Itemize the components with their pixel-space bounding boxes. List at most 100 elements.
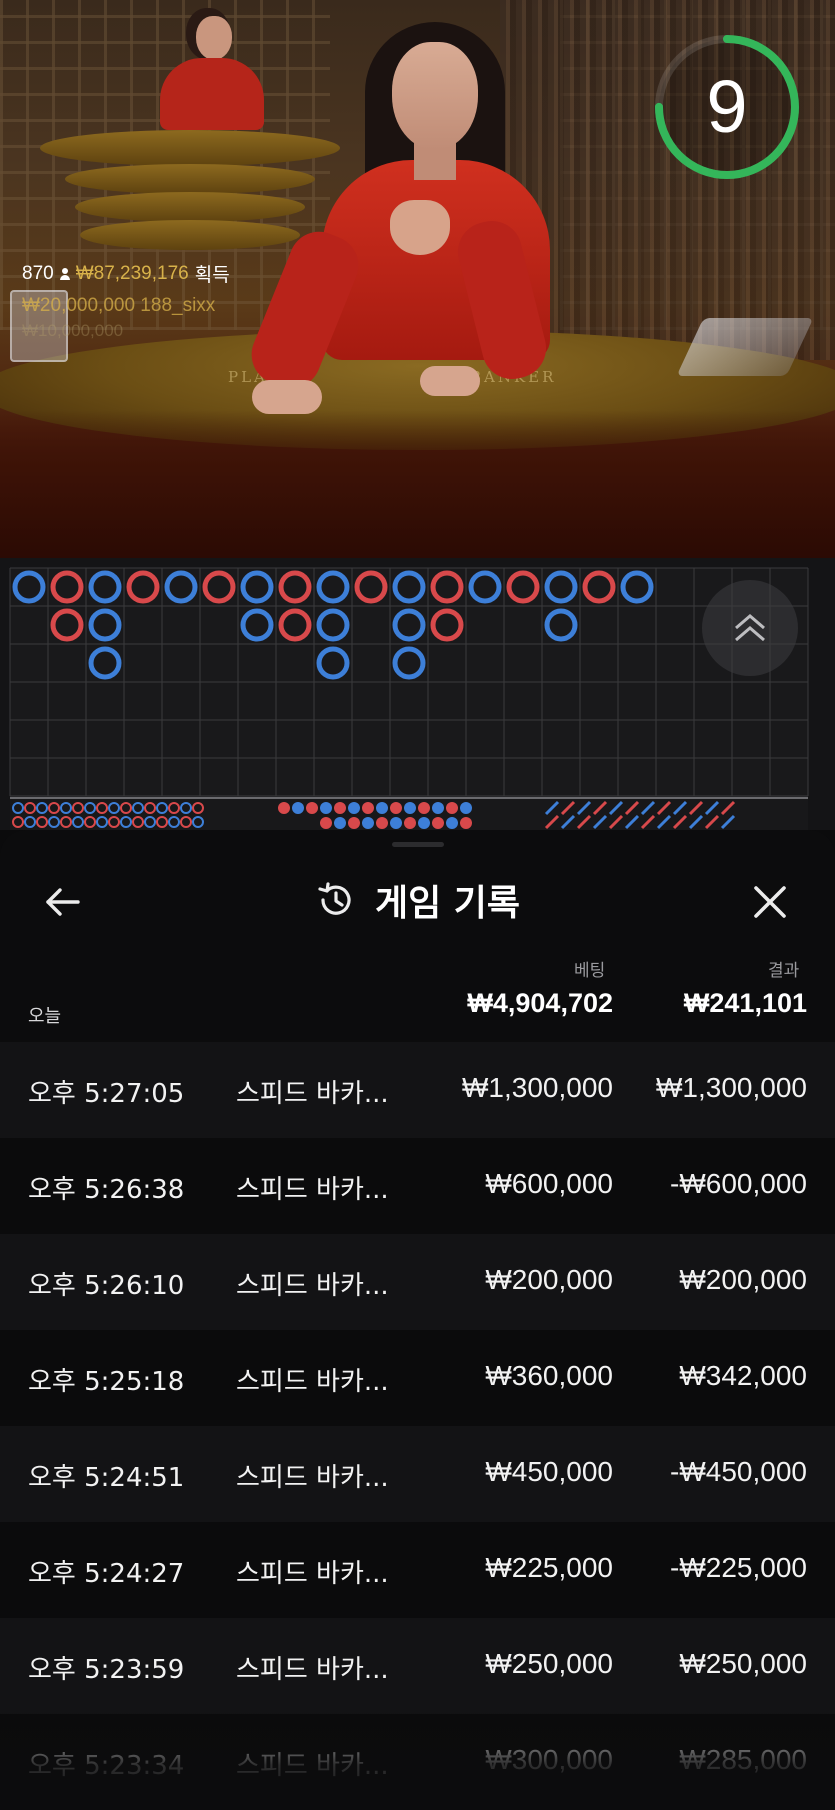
roadmap-grid (9, 567, 809, 830)
bead-marker (278, 802, 290, 814)
timer-seconds: 9 (706, 65, 748, 148)
history-row[interactable]: 오후 5:23:59 스피드 바카... ₩250,000 ₩250,000 (0, 1618, 835, 1714)
dealer-dress-cutout (390, 200, 450, 255)
history-list: 오후 5:27:05 스피드 바카... ₩1,300,000 ₩1,300,0… (0, 1042, 835, 1810)
bead-marker (320, 817, 332, 829)
row-bet: ₩360,000 (485, 1360, 613, 1391)
bead-marker (376, 802, 388, 814)
winner-count: 870 (22, 262, 54, 284)
row-game: 스피드 바카... (236, 1271, 389, 1301)
double-chevron-up-icon (735, 614, 765, 642)
row-game: 스피드 바카... (236, 1079, 389, 1109)
row-game: 스피드 바카... (236, 1559, 389, 1589)
row-result: -₩450,000 (670, 1456, 807, 1487)
today-label: 오늘 (28, 1006, 62, 1027)
bead-marker (292, 802, 304, 814)
background-dealer-body (160, 58, 264, 130)
history-row[interactable]: 오후 5:23:34 스피드 바카... ₩300,000 ₩285,000 (0, 1714, 835, 1810)
row-game: 스피드 바카... (236, 1367, 389, 1397)
history-row[interactable]: 오후 5:27:05 스피드 바카... ₩1,300,000 ₩1,300,0… (0, 1042, 835, 1138)
row-bet: ₩225,000 (485, 1552, 613, 1583)
row-bet: ₩200,000 (485, 1264, 613, 1295)
roadmap-expand-button[interactable] (702, 580, 798, 676)
dealer-hand (420, 366, 480, 396)
bead-marker (362, 802, 374, 814)
close-icon (754, 886, 786, 918)
next-winner: ₩10,000,000 (22, 321, 124, 340)
bead-marker (446, 817, 458, 829)
game-history-sheet: 게임 기록 베팅 결과 오늘 ₩4,904,702 ₩241,101 오후 5:… (0, 830, 835, 1810)
row-result: ₩285,000 (679, 1744, 807, 1775)
dealer-face (392, 42, 478, 150)
sheet-header: 게임 기록 (0, 850, 835, 950)
top-winner: ₩20,000,000 188_sixx (22, 295, 216, 316)
table-shadow (0, 410, 835, 558)
row-time: 오후 5:26:10 (28, 1271, 185, 1301)
row-result: ₩342,000 (679, 1360, 807, 1391)
bead-marker (460, 817, 472, 829)
row-game: 스피드 바카... (236, 1175, 389, 1205)
bead-marker (404, 802, 416, 814)
winners-summary: 870 ₩87,239,176 획득 (22, 260, 322, 287)
history-clock-icon (318, 882, 351, 915)
live-video-stream: PLAYER BANKER 870 ₩87,239,176 획득 ₩20,000… (0, 0, 835, 558)
history-row[interactable]: 오후 5:24:27 스피드 바카... ₩225,000 -₩225,000 (0, 1522, 835, 1618)
winners-label: 획득 (194, 265, 230, 286)
baccarat-roadmap[interactable] (0, 558, 835, 830)
bead-marker (446, 802, 458, 814)
row-bet: ₩1,300,000 (462, 1072, 613, 1103)
back-button[interactable] (32, 872, 92, 932)
bead-marker (390, 802, 402, 814)
bead-marker (432, 817, 444, 829)
row-game: 스피드 바카... (236, 1463, 389, 1493)
history-row[interactable]: 오후 5:24:51 스피드 바카... ₩450,000 -₩450,000 (0, 1426, 835, 1522)
today-summary-row: 오늘 ₩4,904,702 ₩241,101 (0, 982, 835, 1036)
history-row[interactable]: 오후 5:25:18 스피드 바카... ₩360,000 ₩342,000 (0, 1330, 835, 1426)
today-bet-total: ₩4,904,702 (467, 988, 613, 1018)
bead-marker (432, 802, 444, 814)
sheet-title: 게임 기록 (374, 883, 520, 924)
sheet-grabber[interactable] (392, 842, 444, 847)
bead-marker (348, 802, 360, 814)
bead-marker (418, 802, 430, 814)
row-game: 스피드 바카... (236, 1655, 389, 1685)
row-time: 오후 5:25:18 (28, 1367, 185, 1397)
column-header-bet: 베팅 (574, 961, 606, 981)
today-result-total: ₩241,101 (683, 988, 807, 1018)
row-time: 오후 5:23:34 (28, 1751, 185, 1781)
background-dealer (196, 16, 232, 60)
row-time: 오후 5:24:51 (28, 1463, 185, 1493)
winners-ticker: 870 ₩87,239,176 획득 ₩20,000,000 188_sixx … (22, 260, 322, 341)
bead-marker (376, 817, 388, 829)
column-header-result: 결과 (768, 961, 800, 981)
bead-marker (334, 802, 346, 814)
bead-marker (306, 802, 318, 814)
bead-marker (390, 817, 402, 829)
row-result: -₩600,000 (670, 1168, 807, 1199)
history-row[interactable]: 오후 5:26:38 스피드 바카... ₩600,000 -₩600,000 (0, 1138, 835, 1234)
background-table (40, 130, 340, 260)
row-result: -₩225,000 (670, 1552, 807, 1583)
close-button[interactable] (740, 872, 800, 932)
row-result: ₩200,000 (679, 1264, 807, 1295)
row-bet: ₩300,000 (485, 1744, 613, 1775)
row-result: ₩250,000 (679, 1648, 807, 1679)
row-result: ₩1,300,000 (656, 1072, 807, 1103)
row-bet: ₩600,000 (485, 1168, 613, 1199)
bead-marker (460, 802, 472, 814)
history-row[interactable]: 오후 5:26:10 스피드 바카... ₩200,000 ₩200,000 (0, 1234, 835, 1330)
row-time: 오후 5:23:59 (28, 1655, 185, 1685)
sheet-title-group: 게임 기록 (0, 850, 835, 950)
dealer-hand (252, 380, 322, 414)
bead-marker (418, 817, 430, 829)
bead-marker (404, 817, 416, 829)
person-icon (59, 267, 70, 280)
bead-marker (334, 817, 346, 829)
row-bet: ₩250,000 (485, 1648, 613, 1679)
row-time: 오후 5:27:05 (28, 1079, 185, 1109)
winners-amount: ₩87,239,176 (75, 262, 189, 284)
bead-marker (362, 817, 374, 829)
arrow-left-icon (46, 888, 80, 916)
countdown-timer: 9 (652, 32, 802, 182)
row-time: 오후 5:24:27 (28, 1559, 185, 1589)
